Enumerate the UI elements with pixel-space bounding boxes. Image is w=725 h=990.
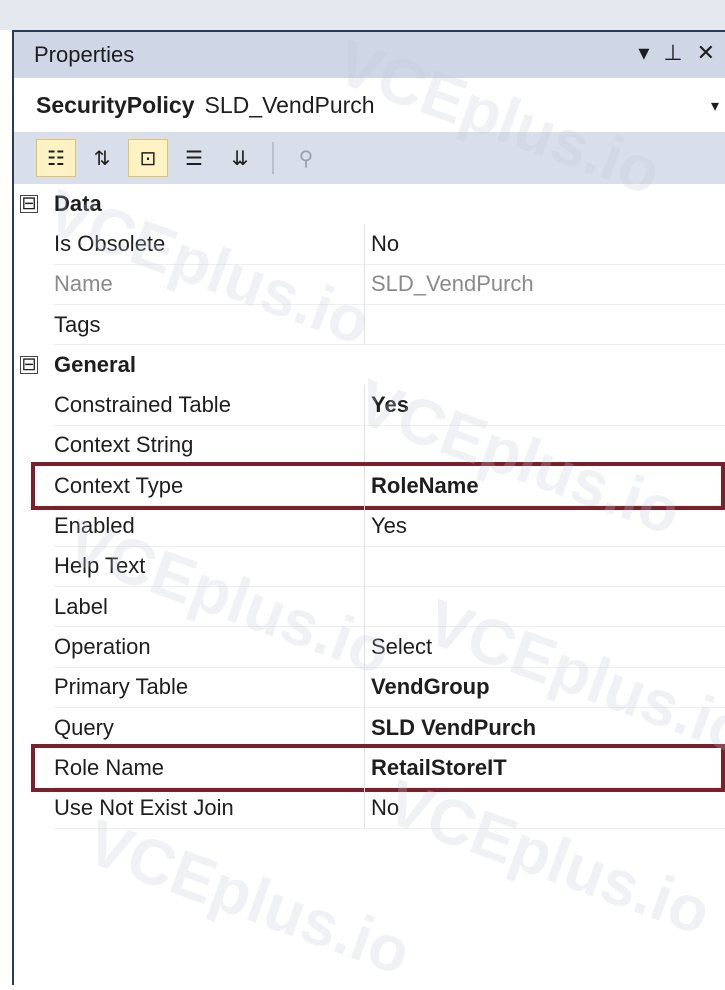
property-name: Help Text	[54, 547, 364, 587]
property-value[interactable]: No	[364, 224, 725, 265]
toolbar-separator	[272, 142, 274, 174]
property-value[interactable]: Yes	[364, 385, 725, 426]
property-row[interactable]: Query SLD VendPurch	[14, 707, 725, 749]
property-row[interactable]: Name SLD_VendPurch	[14, 264, 725, 305]
category-label: Data	[54, 191, 102, 217]
property-name: Operation	[54, 627, 364, 668]
dropdown-icon[interactable]: ▾	[638, 40, 649, 66]
collapse-icon[interactable]: ⊟	[20, 355, 38, 375]
property-row[interactable]: Context String	[14, 425, 725, 467]
categorized-icon[interactable]: ☷	[36, 139, 76, 177]
properties-panel: Properties ▾ ⊥ ✕ SecurityPolicy SLD_Vend…	[12, 30, 725, 985]
property-row[interactable]: Enabled Yes	[14, 506, 725, 547]
category-data[interactable]: ⊟ Data	[14, 184, 725, 224]
property-name: Label	[54, 587, 364, 628]
toolbar: ☷ ⇅ ⊡ ☰ ⇊ ⚲	[14, 132, 725, 184]
property-row[interactable]: Constrained Table Yes	[14, 385, 725, 426]
selector-type: SecurityPolicy	[36, 91, 195, 118]
panel-titlebar: Properties ▾ ⊥ ✕	[14, 32, 725, 78]
property-name: Name	[54, 265, 364, 305]
alphabetical-icon[interactable]: ⇅	[82, 139, 122, 177]
panel-title: Properties	[34, 42, 135, 67]
property-grid: ⊟ Data Is Obsolete No Name SLD_VendPurch Tags ⊟…	[14, 184, 725, 829]
property-row[interactable]: Primary Table VendGroup	[14, 667, 725, 708]
property-row[interactable]: Help Text	[14, 546, 725, 587]
property-value[interactable]: RetailStoreIT	[364, 748, 725, 789]
property-name: Primary Table	[54, 668, 364, 708]
pin-icon[interactable]: ⊥	[663, 40, 682, 66]
category-general[interactable]: ⊟ General	[14, 345, 725, 385]
property-pages-icon[interactable]: ⚲	[286, 139, 326, 177]
property-name: Constrained Table	[54, 385, 364, 426]
property-value[interactable]: RoleName	[364, 466, 725, 507]
property-row[interactable]: Label	[14, 586, 725, 628]
property-value[interactable]: VendGroup	[364, 667, 725, 708]
property-value[interactable]: No	[364, 788, 725, 829]
property-value[interactable]	[364, 586, 725, 628]
title-icons: ▾ ⊥ ✕	[638, 40, 715, 66]
top-strip	[0, 0, 725, 30]
collapse-icon[interactable]: ⊟	[20, 194, 38, 214]
chevron-down-icon[interactable]: ▾	[711, 96, 719, 116]
object-selector[interactable]: SecurityPolicy SLD_VendPurch ▾	[14, 78, 725, 132]
property-value[interactable]: Yes	[364, 506, 725, 547]
property-value[interactable]: SLD VendPurch	[364, 707, 725, 749]
property-name: Query	[54, 708, 364, 749]
property-row[interactable]: Role Name RetailStoreIT	[14, 748, 725, 789]
property-row[interactable]: Operation Select	[14, 627, 725, 668]
property-name: Is Obsolete	[54, 224, 364, 265]
property-value[interactable]	[364, 546, 725, 587]
property-name: Context String	[54, 426, 364, 467]
property-name: Role Name	[54, 748, 364, 789]
property-row[interactable]: Tags	[14, 304, 725, 346]
events-icon[interactable]: ☰	[174, 139, 214, 177]
properties-icon[interactable]: ⊡	[128, 139, 168, 177]
property-row[interactable]: Is Obsolete No	[14, 224, 725, 265]
property-value[interactable]	[364, 304, 725, 346]
property-row[interactable]: Use Not Exist Join No	[14, 788, 725, 829]
property-value[interactable]: SLD_VendPurch	[364, 264, 725, 305]
selector-name: SLD_VendPurch	[204, 91, 375, 118]
property-name: Enabled	[54, 506, 364, 547]
property-name: Tags	[54, 305, 364, 346]
property-value[interactable]	[364, 425, 725, 467]
property-name: Context Type	[54, 466, 364, 507]
close-icon[interactable]: ✕	[697, 40, 715, 66]
category-label: General	[54, 352, 136, 378]
sort-icon[interactable]: ⇊	[220, 139, 260, 177]
property-row[interactable]: Context Type RoleName	[14, 466, 725, 507]
property-name: Use Not Exist Join	[54, 788, 364, 829]
property-value[interactable]: Select	[364, 627, 725, 668]
